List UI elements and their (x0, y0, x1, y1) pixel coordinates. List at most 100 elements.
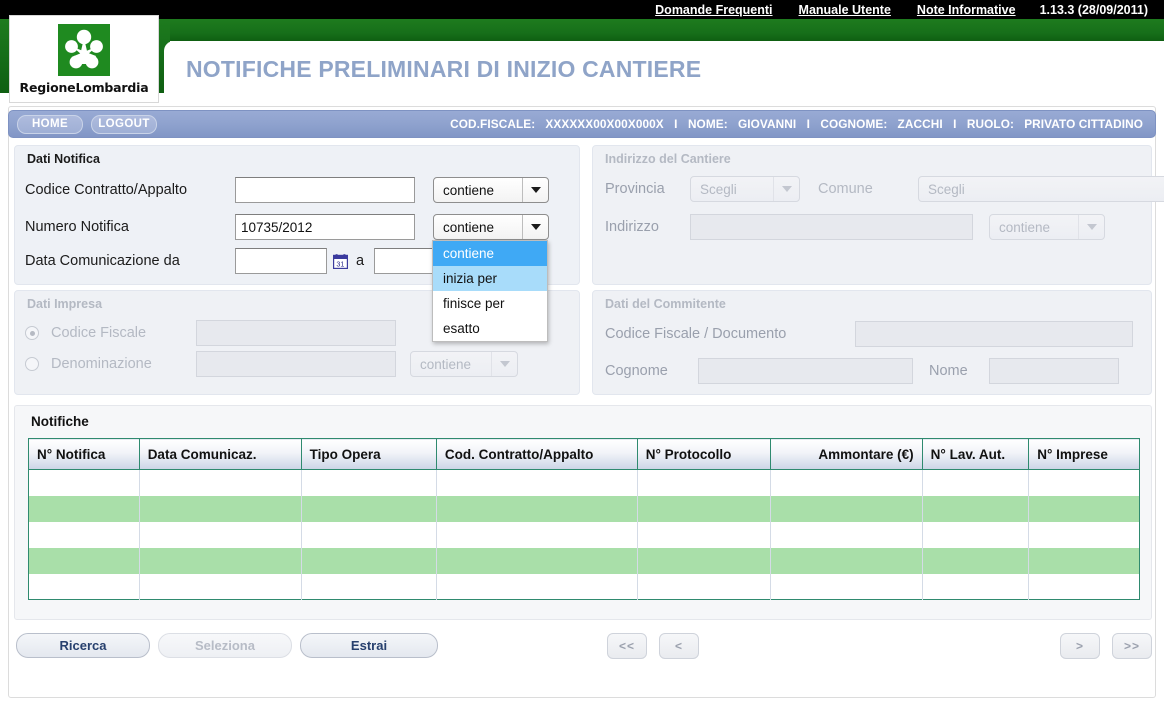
ricerca-button[interactable]: Ricerca (16, 633, 150, 658)
cell (436, 547, 638, 574)
logo-wordmark: RegioneLombardia (19, 79, 149, 95)
ruolo-value: PRIVATO CITTADINO (1024, 117, 1143, 131)
input-cognome-commitente[interactable] (698, 358, 913, 384)
panel-dati-commitente-title: Dati del Commitente (605, 297, 726, 311)
select-denominazione-operator[interactable]: contiene (410, 351, 518, 377)
cell (1028, 495, 1140, 522)
cell (28, 547, 140, 574)
chevron-down-icon (1078, 215, 1104, 239)
row-cf-documento: Codice Fiscale / Documento (605, 321, 1133, 347)
label-indirizzo: Indirizzo (605, 219, 659, 235)
input-codice-fiscale-impresa[interactable] (196, 320, 396, 346)
panel-dati-notifica-title: Dati Notifica (27, 152, 100, 166)
logout-button[interactable]: LOGOUT (91, 114, 157, 134)
table-row[interactable] (28, 547, 1140, 574)
dropdown-option-contiene[interactable]: contiene (433, 241, 547, 266)
cell (770, 521, 923, 548)
calendar-icon[interactable]: 31 (332, 253, 349, 269)
col-data-comunicaz[interactable]: Data Comunicaz. (139, 438, 302, 470)
cell (28, 469, 140, 496)
page-title: NOTIFICHE PRELIMINARI DI INIZIO CANTIERE (186, 55, 702, 82)
prev-page-button[interactable]: < (659, 633, 699, 659)
col-tipo-opera[interactable]: Tipo Opera (301, 438, 437, 470)
cell (637, 521, 772, 548)
table-row[interactable] (28, 469, 1140, 496)
dropdown-option-inizia-per[interactable]: inizia per (433, 266, 547, 291)
row-codice-fiscale-impresa: Codice Fiscale (25, 320, 396, 346)
cell (922, 547, 1030, 574)
select-codice-contratto-operator[interactable]: contiene (433, 177, 549, 203)
notifiche-table: N° Notifica Data Comunicaz. Tipo Opera C… (28, 438, 1140, 600)
next-page-button[interactable]: > (1060, 633, 1100, 659)
dropdown-option-finisce-per[interactable]: finisce per (433, 291, 547, 316)
select-comune[interactable]: Scegli (918, 176, 1164, 202)
cognome-value: ZACCHI (897, 117, 943, 131)
col-cod-contratto-appalto[interactable]: Cod. Contratto/Appalto (436, 438, 638, 470)
panel-indirizzo-cantiere: Indirizzo del Cantiere Provincia Scegli … (592, 145, 1164, 285)
chevron-down-icon (522, 215, 548, 239)
table-row[interactable] (28, 573, 1140, 600)
row-codice-contratto: Codice Contratto/Appalto contiene (25, 177, 549, 203)
cell (436, 469, 638, 496)
col-n-imprese[interactable]: N° Imprese (1028, 438, 1140, 470)
col-n-lav-aut[interactable]: N° Lav. Aut. (922, 438, 1030, 470)
cell (1028, 573, 1140, 600)
input-indirizzo[interactable] (690, 214, 973, 240)
cell (637, 495, 772, 522)
cell (1028, 469, 1140, 496)
input-data-comunicazione-da[interactable] (235, 248, 327, 274)
link-domande-frequenti[interactable]: Domande Frequenti (655, 3, 772, 17)
row-provincia-comune: Provincia Scegli Comune Scegli (605, 176, 1164, 202)
radio-denominazione[interactable] (25, 357, 39, 371)
col-n-protocollo[interactable]: N° Protocollo (637, 438, 772, 470)
green-band (0, 19, 1164, 41)
cell (139, 469, 302, 496)
label-provincia: Provincia (605, 181, 665, 197)
cell (1028, 547, 1140, 574)
input-codice-contratto[interactable] (235, 177, 415, 203)
col-ammontare[interactable]: Ammontare (€) (770, 438, 923, 470)
cell (139, 573, 302, 600)
input-nome-commitente[interactable] (989, 358, 1119, 384)
estrai-button[interactable]: Estrai (300, 633, 438, 658)
cell (1028, 521, 1140, 548)
first-page-button[interactable]: << (607, 633, 647, 659)
cell (28, 573, 140, 600)
label-codice-contratto: Codice Contratto/Appalto (25, 182, 188, 198)
radio-codice-fiscale[interactable] (25, 326, 39, 340)
chevron-down-icon (491, 352, 517, 376)
table-body (28, 469, 1140, 600)
row-denominazione: Denominazione contiene (25, 351, 518, 377)
label-cf-documento: Codice Fiscale / Documento (605, 326, 787, 342)
dropdown-numero-notifica-operator-list[interactable]: contiene inizia per finisce per esatto (432, 240, 548, 342)
app-title-panel: NOTIFICHE PRELIMINARI DI INIZIO CANTIERE (164, 41, 1164, 97)
last-page-button[interactable]: >> (1112, 633, 1152, 659)
ruolo-label: RUOLO: (966, 117, 1015, 131)
select-provincia[interactable]: Scegli (690, 176, 800, 202)
nome-label: NOME: (687, 117, 728, 131)
dropdown-option-esatto[interactable]: esatto (433, 316, 547, 341)
app-version: 1.13.3 (28/09/2011) (1039, 2, 1148, 17)
input-denominazione[interactable] (196, 351, 396, 377)
label-codice-fiscale: Codice Fiscale (51, 325, 147, 341)
results-title: Notifiche (31, 414, 89, 429)
table-row[interactable] (28, 495, 1140, 522)
link-note-informative[interactable]: Note Informative (917, 3, 1016, 17)
col-n-notifica[interactable]: N° Notifica (28, 438, 140, 470)
link-manuale-utente[interactable]: Manuale Utente (799, 3, 891, 17)
user-navigation-bar: HOME LOGOUT COD.FISCALE: XXXXXX00X00X000… (8, 110, 1156, 138)
table-row[interactable] (28, 521, 1140, 548)
separator-1: I (674, 117, 678, 131)
select-numero-notifica-operator[interactable]: contiene (433, 214, 549, 240)
select-numero-notifica-operator-value: contiene (443, 219, 495, 235)
seleziona-button[interactable]: Seleziona (158, 633, 292, 658)
input-numero-notifica[interactable] (235, 214, 415, 240)
separator-3: I (953, 117, 957, 131)
input-cf-documento[interactable] (855, 321, 1133, 347)
cod-fiscale-value: XXXXXX00X00X000X (545, 117, 664, 131)
user-info: COD.FISCALE: XXXXXX00X00X000X I NOME: GI… (450, 117, 1155, 131)
home-button[interactable]: HOME (17, 114, 83, 134)
select-indirizzo-operator[interactable]: contiene (989, 214, 1105, 240)
cell (922, 573, 1030, 600)
cell (301, 495, 437, 522)
